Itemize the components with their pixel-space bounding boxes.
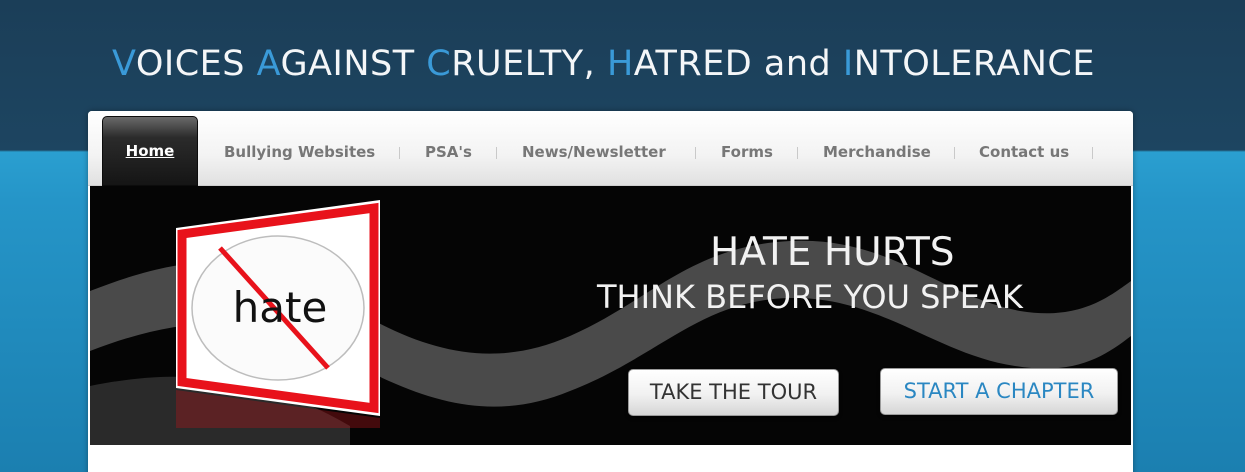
nav-item-news-newsletter[interactable]: News/Newsletter [522, 140, 666, 164]
headline-primary: HATE HURTS [710, 230, 955, 275]
title-initial: I [842, 44, 854, 84]
nav-item-home[interactable]: Home [102, 116, 198, 186]
start-a-chapter-button[interactable]: START A CHAPTER [880, 368, 1118, 415]
title-text: OICES [135, 44, 257, 84]
nav-separator [695, 147, 696, 159]
title-initial: H [606, 44, 634, 84]
hero-banner: hate HATE HURTS THINK BEFORE YOU SPEAK T… [90, 186, 1131, 445]
nav-item-merchandise[interactable]: Merchandise [823, 140, 931, 164]
headline-secondary: THINK BEFORE YOU SPEAK [597, 278, 1023, 316]
page-container: Home Bullying Websites PSA's News/Newsle… [88, 111, 1133, 472]
nav-item-bullying-websites[interactable]: Bullying Websites [224, 140, 375, 164]
nav-item-psas[interactable]: PSA's [425, 140, 472, 164]
nav-separator [399, 147, 400, 159]
nav-separator [954, 147, 955, 159]
take-the-tour-button[interactable]: TAKE THE TOUR [628, 369, 839, 416]
main-nav: Home Bullying Websites PSA's News/Newsle… [88, 111, 1133, 186]
nav-item-contact-us[interactable]: Contact us [979, 140, 1069, 164]
title-text: NTOLERANCE [853, 44, 1095, 84]
nav-separator [797, 147, 798, 159]
site-title: VOICES AGAINST CRUELTY, HATRED and INTOL… [112, 44, 1095, 84]
nav-item-forms[interactable]: Forms [721, 140, 773, 164]
sign-text: hate [233, 283, 328, 332]
nav-separator [1092, 147, 1093, 159]
title-initial: V [112, 44, 136, 84]
no-hate-sign: hate [176, 200, 380, 428]
title-text: GAINST [280, 44, 427, 84]
title-text: RUELTY, [451, 44, 607, 84]
nav-separator [496, 147, 497, 159]
title-initial: C [426, 44, 452, 84]
title-text: ATRED and [633, 44, 843, 84]
title-initial: A [256, 44, 281, 84]
